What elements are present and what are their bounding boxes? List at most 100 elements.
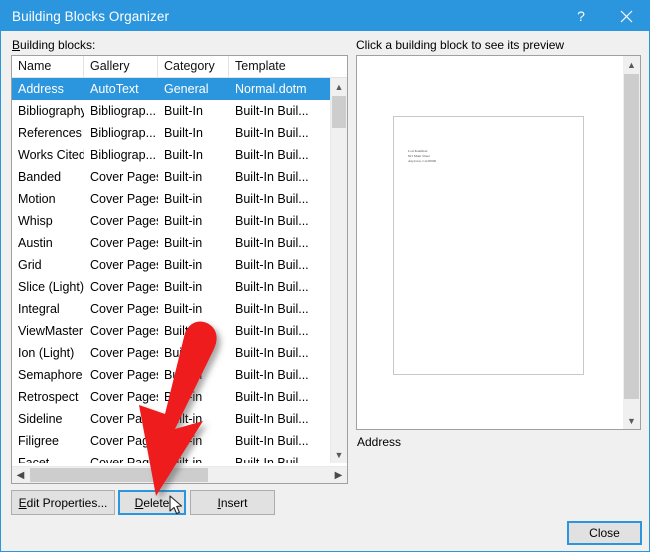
row-gallery-cell: Cover Pages <box>90 412 158 426</box>
building-blocks-label: Building blocks: <box>12 38 95 52</box>
row-category-cell: Built-in <box>164 302 203 316</box>
help-question-icon[interactable]: ? <box>559 1 603 31</box>
chevron-left-icon[interactable]: ◀ <box>12 467 29 483</box>
row-template-cell: Built-In Buil... <box>235 170 309 184</box>
row-template-cell: Built-In Buil... <box>235 236 309 250</box>
row-category-cell: Built-in <box>164 258 203 272</box>
table-row[interactable]: Slice (Light) Cover Pages Built-in Built-In… <box>12 276 330 298</box>
row-category-cell: Built-in <box>164 214 203 228</box>
row-name-cell: Integral <box>18 302 60 316</box>
column-header-template[interactable]: Template <box>229 56 332 77</box>
row-name-cell: Grid <box>18 258 42 272</box>
row-category-cell: Built-in <box>164 346 203 360</box>
row-template-cell: Built-In Buil... <box>235 346 309 360</box>
building-blocks-list[interactable]: Name Gallery Category Template Address Au… <box>11 55 348 484</box>
row-name-cell: ViewMaster <box>18 324 84 338</box>
row-name-cell: Filigree <box>18 434 59 448</box>
row-gallery-cell: Bibliograp... <box>90 148 157 162</box>
preview-vertical-scrollbar[interactable]: ▲ ▼ <box>623 56 640 429</box>
table-row[interactable]: Retrospect Cover Pages Built-in Built-In Bu… <box>12 386 330 408</box>
row-gallery-cell: Cover Pages <box>90 302 158 316</box>
row-category-cell: Built-in <box>164 280 203 294</box>
table-row[interactable]: Address AutoText General Normal.dotm <box>12 78 330 100</box>
edit-properties-button[interactable]: Edit Properties... <box>11 490 115 515</box>
close-x-icon[interactable] <box>603 1 649 31</box>
column-header-gallery[interactable]: Gallery <box>84 56 158 77</box>
table-row[interactable]: ViewMaster Cover Pages Built-in Built-In Bu… <box>12 320 330 342</box>
row-template-cell: Built-In Buil... <box>235 390 309 404</box>
preview-address-text: Lori Kaufman 821 Main Street Anytown, CA… <box>408 149 437 164</box>
horizontal-scrollbar-thumb[interactable] <box>30 468 208 482</box>
row-name-cell: Whisp <box>18 214 53 228</box>
row-name-cell: References <box>18 126 82 140</box>
preview-chevron-down-icon[interactable]: ▼ <box>623 412 640 429</box>
row-name-cell: Motion <box>18 192 56 206</box>
delete-button[interactable]: Delete <box>118 490 186 515</box>
row-gallery-cell: Cover Pages <box>90 236 158 250</box>
table-row[interactable]: Banded Cover Pages Built-in Built-In Buil..… <box>12 166 330 188</box>
insert-button[interactable]: Insert <box>190 490 275 515</box>
row-name-cell: Banded <box>18 170 62 184</box>
row-template-cell: Normal.dotm <box>235 82 307 96</box>
row-gallery-cell: Cover Pages <box>90 258 158 272</box>
chevron-right-icon[interactable]: ▶ <box>330 467 347 483</box>
row-name-cell: Works Cited <box>18 148 84 162</box>
row-template-cell: Built-In Buil... <box>235 192 309 206</box>
table-row[interactable]: Grid Cover Pages Built-in Built-In Buil... <box>12 254 330 276</box>
row-name-cell: Facet <box>18 456 50 463</box>
row-gallery-cell: Cover Pages <box>90 390 158 404</box>
edit-properties-label: Edit Properties... <box>18 495 108 510</box>
row-category-cell: Built-in <box>164 434 203 448</box>
list-header-row: Name Gallery Category Template <box>12 56 347 78</box>
building-blocks-organizer-dialog: Building Blocks Organizer ? Building blo… <box>0 0 650 552</box>
building-blocks-label-accel: B <box>12 38 21 52</box>
row-gallery-cell: Cover Pages <box>90 192 158 206</box>
preview-chevron-up-icon[interactable]: ▲ <box>623 56 640 73</box>
row-gallery-cell: Cover Pages <box>90 324 158 338</box>
row-gallery-cell: Cover Pages <box>90 280 158 294</box>
row-template-cell: Built-In Buil... <box>235 104 309 118</box>
row-category-cell: Built-in <box>164 324 203 338</box>
row-gallery-cell: Bibliograp... <box>90 126 157 140</box>
row-name-cell: Retrospect <box>18 390 79 404</box>
row-category-cell: Built-in <box>164 390 203 404</box>
list-vertical-scrollbar[interactable]: ▲ ▼ <box>330 78 347 463</box>
row-category-cell: Built-in <box>164 412 203 426</box>
row-template-cell: Built-In Buil... <box>235 434 309 448</box>
chevron-down-icon[interactable]: ▼ <box>331 446 347 463</box>
row-category-cell: Built-in <box>164 192 203 206</box>
preview-pane: Lori Kaufman 821 Main Street Anytown, CA… <box>356 55 641 430</box>
row-template-cell: Built-In Buil... <box>235 412 309 426</box>
table-row[interactable]: Facet Cover Pages Built-in Built-In Buil... <box>12 452 330 463</box>
vertical-scrollbar-thumb[interactable] <box>332 96 346 128</box>
row-template-cell: Built-In Buil... <box>235 258 309 272</box>
preview-scrollbar-thumb[interactable] <box>624 74 639 399</box>
preview-instruction-label: Click a building block to see its previe… <box>356 38 565 52</box>
chevron-up-icon[interactable]: ▲ <box>331 78 347 95</box>
table-row[interactable]: Whisp Cover Pages Built-in Built-In Buil... <box>12 210 330 232</box>
table-row[interactable]: Bibliography Bibliograp... Built-In Built-I… <box>12 100 330 122</box>
column-header-name[interactable]: Name <box>12 56 84 77</box>
delete-label: Delete <box>134 495 170 510</box>
preview-page: Lori Kaufman 821 Main Street Anytown, CA… <box>393 116 584 375</box>
close-button[interactable]: Close <box>567 521 642 545</box>
table-row[interactable]: Sideline Cover Pages Built-in Built-In Buil… <box>12 408 330 430</box>
row-category-cell: Built-In <box>164 148 203 162</box>
row-category-cell: General <box>164 82 209 96</box>
row-name-cell: Sideline <box>18 412 63 426</box>
insert-label: Insert <box>217 495 248 510</box>
column-header-category[interactable]: Category <box>158 56 229 77</box>
list-horizontal-scrollbar[interactable]: ◀ ▶ <box>12 466 347 483</box>
row-category-cell: Built-in <box>164 456 203 463</box>
table-row[interactable]: Integral Cover Pages Built-in Built-In Buil… <box>12 298 330 320</box>
table-row[interactable]: Filigree Cover Pages Built-in Built-In Buil… <box>12 430 330 452</box>
table-row[interactable]: Works Cited Bibliograp... Built-In Built-In… <box>12 144 330 166</box>
row-gallery-cell: Cover Pages <box>90 346 158 360</box>
table-row[interactable]: Motion Cover Pages Built-in Built-In Buil..… <box>12 188 330 210</box>
row-name-cell: Address <box>18 82 64 96</box>
table-row[interactable]: References Bibliograp... Built-In Built-In … <box>12 122 330 144</box>
row-name-cell: Slice (Light) <box>18 280 84 294</box>
table-row[interactable]: Ion (Light) Cover Pages Built-in Built-In B… <box>12 342 330 364</box>
table-row[interactable]: Austin Cover Pages Built-in Built-In Buil..… <box>12 232 330 254</box>
table-row[interactable]: Semaphore Cover Pages Built-in Built-In Bui… <box>12 364 330 386</box>
